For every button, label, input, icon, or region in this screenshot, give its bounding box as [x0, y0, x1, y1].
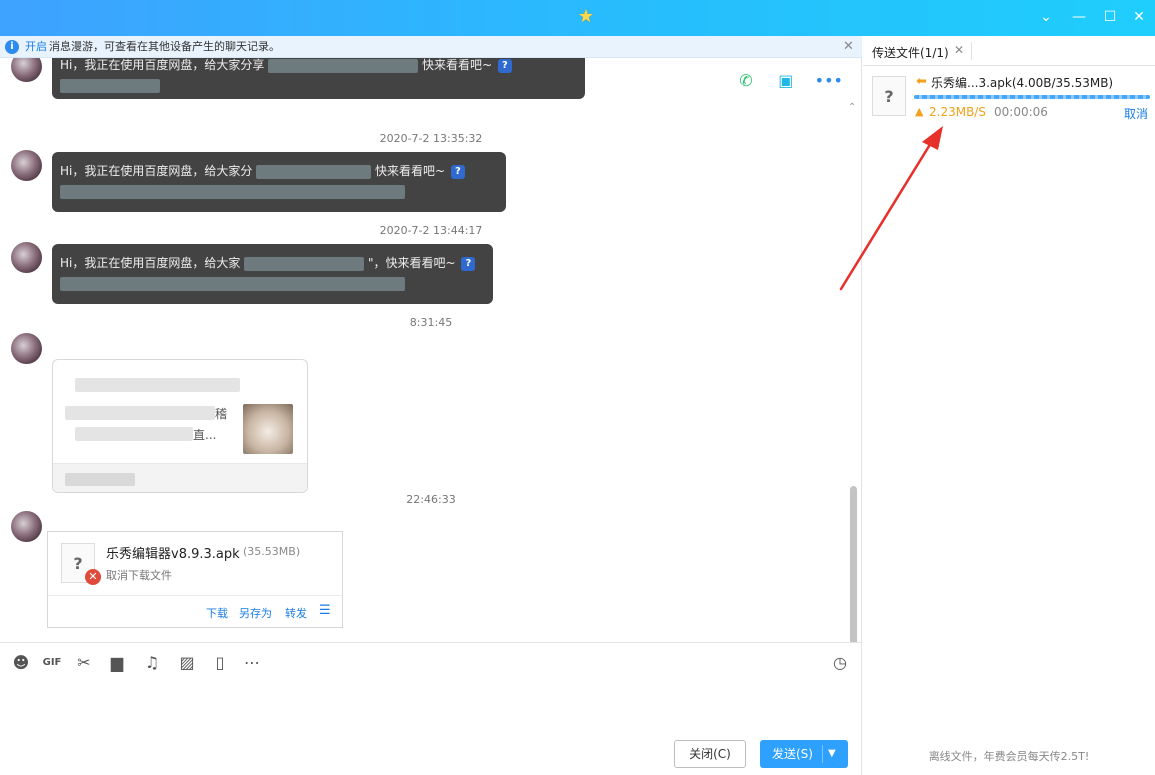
help-icon: ?	[461, 256, 476, 271]
tab-close-icon[interactable]: ✕	[954, 43, 964, 57]
minimize-icon[interactable]: —	[1070, 8, 1088, 26]
progress-bar	[914, 95, 1150, 99]
cancel-badge-icon: ✕	[85, 569, 101, 585]
redacted-text	[244, 256, 365, 271]
more-icon[interactable]: •••	[815, 70, 843, 92]
tab-label: 传送文件(1/1)	[872, 46, 949, 60]
message-suffix: "，快来看看吧~	[368, 256, 456, 270]
message-suffix: 快来看看吧~	[375, 164, 446, 178]
avatar[interactable]	[11, 58, 42, 82]
link-card[interactable]: 稽 直...	[52, 359, 308, 493]
more-icon[interactable]: ⋯	[241, 652, 263, 674]
notice-text: 消息漫游，可查看在其他设备产生的聊天记录。	[49, 40, 280, 53]
history-icon[interactable]: ◷	[829, 652, 851, 674]
info-icon: i	[5, 40, 19, 54]
notice-close-icon[interactable]: ✕	[843, 36, 854, 58]
redacted-text	[256, 164, 372, 179]
tab-file-transfer[interactable]: 传送文件(1/1) ✕	[863, 36, 1155, 66]
redacted-text	[65, 406, 215, 420]
call-actions: ✆ ▣ •••	[735, 70, 851, 92]
close-button[interactable]: 关闭(C)	[674, 740, 746, 768]
timestamp: 2020-7-2 13:44:17	[379, 224, 483, 237]
enable-roaming-link[interactable]: 开启	[25, 36, 47, 58]
redacted-title	[75, 378, 240, 392]
card-thumbnail	[243, 404, 293, 454]
card-footer	[53, 463, 307, 492]
progress-fill	[914, 95, 1150, 99]
emoji-icon[interactable]: ☻	[10, 652, 32, 674]
message-bubble[interactable]: Hi，我正在使用百度网盘，给大家分 快来看看吧~ ?	[52, 152, 506, 212]
divider	[48, 595, 342, 596]
cancel-transfer-link[interactable]: 取消	[1124, 105, 1148, 122]
forward-link[interactable]: 转发	[285, 605, 307, 621]
message-bubble[interactable]: Hi，我正在使用百度网盘，给大家 "，快来看看吧~ ?	[52, 244, 493, 304]
file-size: (35.53MB)	[243, 545, 301, 558]
chat-pane: i 开启 消息漫游，可查看在其他设备产生的聊天记录。 ✕ ✆ ▣ ••• Hi，…	[0, 36, 862, 775]
divider	[0, 642, 862, 643]
transfer-speed: 2.23MB/S	[929, 105, 986, 119]
message-suffix: 快来看看吧~	[422, 58, 493, 72]
image-icon[interactable]: ▨	[176, 652, 198, 674]
chevron-down-icon[interactable]: ⌄	[1037, 8, 1055, 26]
file-status: 取消下载文件	[106, 569, 172, 582]
roaming-notice: i 开启 消息漫游，可查看在其他设备产生的聊天记录。 ✕	[0, 36, 862, 58]
message-text: Hi，我正在使用百度网盘，给大家	[60, 256, 241, 270]
star-icon: ★	[577, 6, 595, 27]
redacted-text	[268, 58, 419, 73]
avatar[interactable]	[11, 150, 42, 181]
timestamp: 8:31:45	[409, 316, 453, 329]
message-text: Hi，我正在使用百度网盘，给大家分享	[60, 58, 265, 72]
help-icon: ?	[497, 58, 512, 73]
annotation-arrow	[839, 126, 943, 291]
transfer-file-name: 乐秀编...3.apk(4.00B/35.53MB)	[931, 76, 1114, 90]
scroll-up-icon[interactable]: ⌃	[848, 102, 856, 113]
file-name: 乐秀编辑器v8.9.3.apk	[106, 547, 240, 562]
maximize-icon[interactable]: ☐	[1101, 8, 1119, 26]
unknown-file-icon: ?	[872, 76, 906, 116]
redacted-link	[60, 184, 405, 199]
timestamp: 22:46:33	[406, 493, 456, 506]
folder-icon[interactable]: ▆	[106, 652, 128, 674]
video-call-icon[interactable]: ▣	[775, 70, 797, 92]
redacted-link	[60, 78, 160, 93]
gif-icon[interactable]: GIF	[41, 652, 63, 674]
close-icon[interactable]: ✕	[1130, 8, 1148, 26]
send-label: 发送(S)	[772, 747, 813, 761]
avatar[interactable]	[11, 333, 42, 364]
card-line2-tail: 直...	[193, 428, 217, 442]
music-icon[interactable]: ♫	[141, 652, 163, 674]
offline-file-note: 离线文件，年费会员每天传2.5T!	[928, 750, 1090, 763]
receive-arrow-icon: ⬅	[916, 74, 927, 89]
scrollbar[interactable]	[850, 486, 857, 642]
save-as-link[interactable]: 另存为	[239, 605, 272, 621]
redacted-text	[75, 427, 193, 441]
speed-icon: ▲	[915, 105, 924, 118]
divider	[822, 745, 823, 763]
menu-icon[interactable]: ☰	[319, 603, 331, 618]
voice-call-icon[interactable]: ✆	[735, 70, 757, 92]
message-bubble[interactable]: Hi，我正在使用百度网盘，给大家分享 快来看看吧~ ?	[52, 58, 585, 99]
file-card[interactable]: ? ✕ 乐秀编辑器v8.9.3.apk (35.53MB) 取消下载文件 下载 …	[47, 531, 343, 628]
divider	[971, 42, 972, 60]
scissors-icon[interactable]: ✂	[73, 652, 95, 674]
title-bar: ★ ⌄ — ☐ ✕	[0, 0, 1155, 36]
transfer-eta: 00:00:06	[994, 105, 1048, 119]
chevron-down-icon[interactable]: ▼	[828, 740, 836, 768]
message-list: ✆ ▣ ••• Hi，我正在使用百度网盘，给大家分享 快来看看吧~ ? 2020…	[0, 58, 862, 642]
send-button[interactable]: 发送(S) ▼	[760, 740, 848, 768]
avatar[interactable]	[11, 511, 42, 542]
redacted-link	[60, 276, 405, 291]
card-line1-tail: 稽	[215, 407, 228, 421]
help-icon: ?	[450, 164, 465, 179]
avatar[interactable]	[11, 242, 42, 273]
message-text: Hi，我正在使用百度网盘，给大家分	[60, 164, 253, 178]
download-link[interactable]: 下载	[206, 605, 228, 621]
timestamp: 2020-7-2 13:35:32	[379, 132, 483, 145]
redacted-source	[65, 473, 135, 486]
shake-icon[interactable]: ▯	[209, 652, 231, 674]
